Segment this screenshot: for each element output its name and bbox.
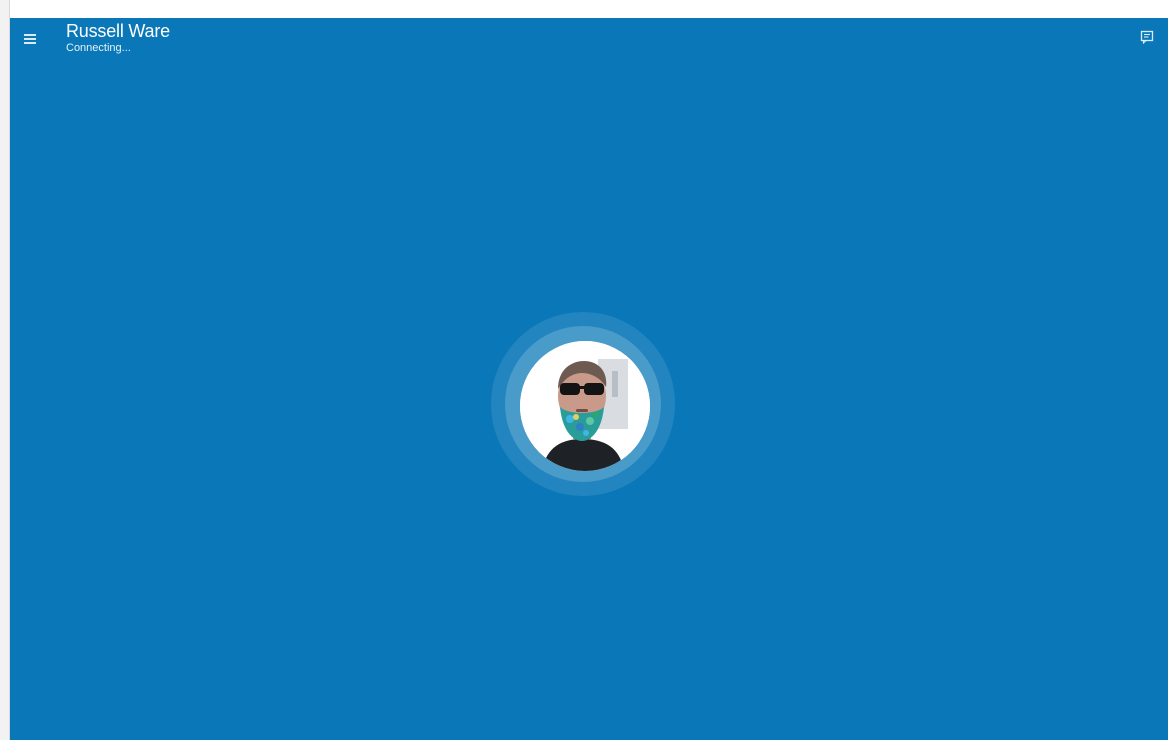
call-window: Russell Ware Connecting... xyxy=(10,18,1168,740)
screen: Russell Ware Connecting... xyxy=(0,0,1170,740)
contact-avatar xyxy=(520,341,650,471)
avatar-pulse xyxy=(491,312,675,496)
hamburger-menu-icon[interactable] xyxy=(24,33,38,45)
chat-icon[interactable] xyxy=(1140,30,1154,45)
window-edge xyxy=(0,0,10,740)
call-status: Connecting... xyxy=(66,42,131,54)
call-header: Russell Ware Connecting... xyxy=(66,20,170,55)
contact-name: Russell Ware xyxy=(66,21,170,41)
avatar-photo xyxy=(520,341,650,471)
